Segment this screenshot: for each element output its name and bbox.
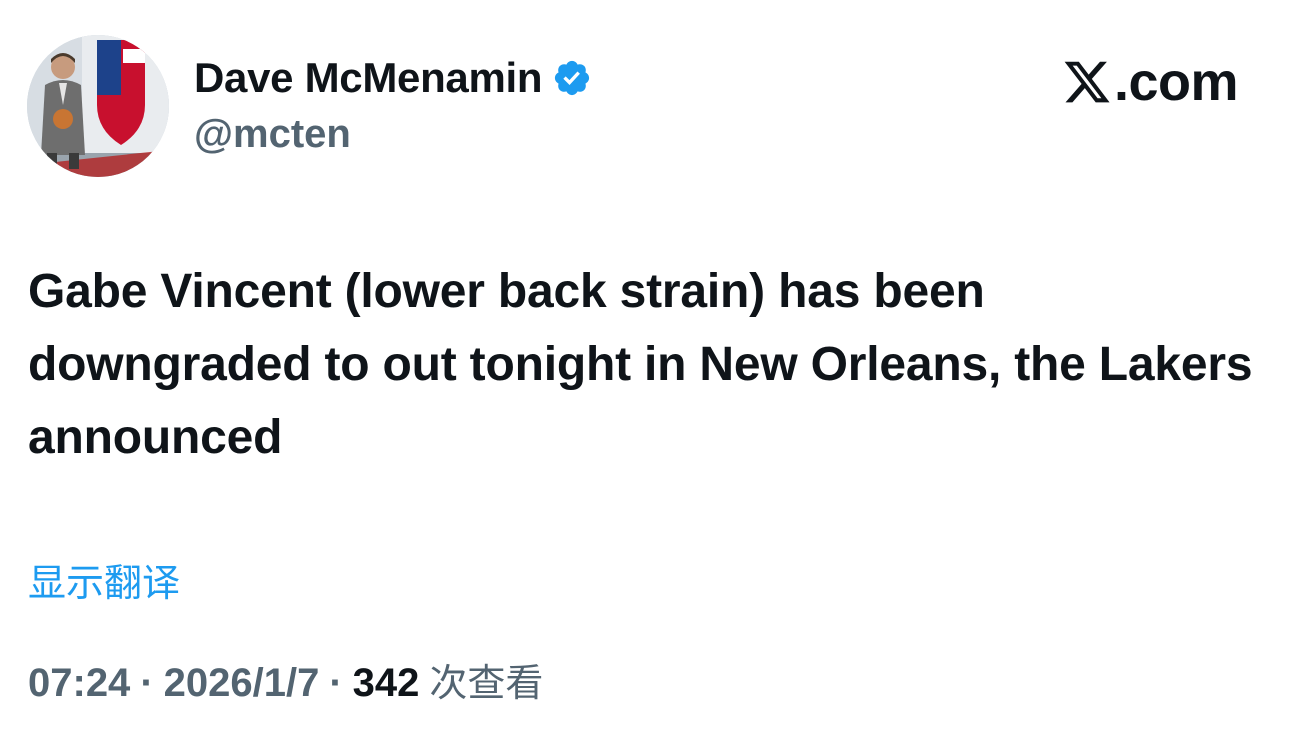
tweet-date[interactable]: 2026/1/7 [164, 661, 320, 706]
views-count[interactable]: 342 [353, 661, 420, 706]
views-label: 次查看 [429, 661, 544, 705]
tweet-text: Gabe Vincent (lower back strain) has bee… [28, 265, 1253, 464]
author-row: Dave McMenamin [194, 50, 592, 106]
verified-badge-icon [555, 60, 590, 96]
tweet-time[interactable]: 07:24 [28, 661, 130, 706]
meta-separator: · [329, 661, 343, 705]
avatar[interactable] [27, 35, 169, 177]
brand-watermark: .com [1062, 52, 1239, 112]
brand-text: .com [1113, 52, 1239, 112]
tweet-metadata: 07:24 · 2026/1/7 · 342 次查看 [28, 652, 543, 707]
x-logo-icon [1064, 61, 1110, 103]
profile-photo [27, 35, 169, 177]
author-handle[interactable]: @mcten [194, 112, 351, 157]
meta-separator: · [140, 661, 154, 705]
author-display-name[interactable]: Dave McMenamin [194, 54, 543, 102]
show-translation-link[interactable]: 显示翻译 [28, 552, 180, 607]
